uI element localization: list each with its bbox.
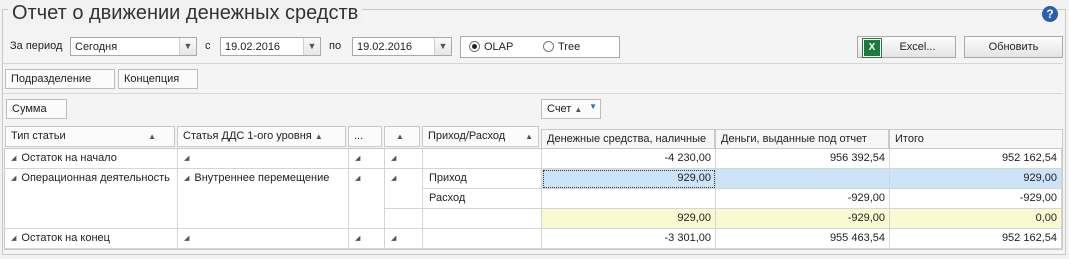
olap-radio[interactable] [469, 41, 480, 52]
sort-asc-icon[interactable]: ▲ [525, 127, 533, 146]
article-label: Внутреннее перемещение [194, 172, 330, 184]
value-cell[interactable]: -929,00 [890, 189, 1062, 209]
excel-button[interactable]: X Excel... [857, 36, 956, 58]
tree-cell: ◢ [178, 149, 349, 169]
table-row-opening-balance[interactable]: ◢ Остаток на начало [5, 149, 178, 169]
row-label: Остаток на начало [21, 152, 117, 164]
row-label: Операционная деятельность [21, 172, 170, 184]
collapse-icon[interactable]: ◢ [391, 149, 396, 168]
value-cell[interactable]: 929,00 [890, 169, 1062, 189]
collapse-icon[interactable]: ◢ [355, 229, 360, 248]
sort-asc-icon[interactable]: ▲ [574, 105, 582, 114]
row-header-income-expense-label: Приход/Расход [428, 130, 506, 142]
table-row-closing-balance[interactable]: ◢ Остаток на конец [5, 229, 178, 249]
tree-cell: ◢ [385, 149, 423, 169]
value-cell[interactable]: 956 392,54 [716, 149, 890, 169]
from-date-input[interactable]: 19.02.2016 ▼ [220, 37, 321, 56]
article-cell[interactable]: ◢ Внутреннее перемещение [178, 169, 349, 229]
col-header-advances[interactable]: Деньги, выданные под отчет [715, 129, 889, 149]
empty-cell [423, 149, 542, 169]
sort-asc-icon[interactable]: ▲ [148, 127, 156, 146]
period-label: За период [10, 40, 63, 52]
column-field-label: Счет [547, 103, 572, 115]
col-header-total[interactable]: Итого [889, 129, 1063, 149]
excel-icon: X [862, 38, 882, 58]
from-label: с [205, 40, 211, 52]
row-header-article[interactable]: Статья ДДС 1-ого уровня ▲ [177, 126, 346, 147]
mode-radio-group: OLAP Tree [460, 36, 620, 58]
empty-cell [385, 209, 423, 229]
period-value: Сегодня [75, 41, 118, 53]
to-date-input[interactable]: 19.02.2016 ▼ [352, 37, 452, 56]
value-cell[interactable] [542, 189, 716, 209]
chevron-down-icon[interactable]: ▼ [179, 38, 196, 55]
refresh-button[interactable]: Обновить [964, 36, 1063, 58]
to-date-value: 19.02.2016 [357, 41, 413, 53]
value-cell[interactable]: 955 463,54 [716, 229, 890, 249]
tree-cell: ◢ [385, 169, 423, 209]
calendar-dropdown-icon[interactable]: ▼ [303, 38, 320, 55]
calendar-dropdown-icon[interactable]: ▼ [434, 38, 451, 55]
tree-radio[interactable] [543, 41, 554, 52]
collapse-icon[interactable]: ◢ [391, 169, 396, 188]
subtotal-cell[interactable]: 0,00 [890, 209, 1062, 229]
collapse-icon[interactable]: ◢ [391, 229, 396, 248]
filter-field-subdivision[interactable]: Подразделение [5, 69, 115, 89]
value-cell[interactable]: -929,00 [716, 189, 890, 209]
tree-cell: ◢ [349, 169, 385, 229]
row-header-income-expense[interactable]: Приход/Расход ▲ [422, 126, 539, 147]
value-cell[interactable]: 952 162,54 [890, 229, 1062, 249]
column-field-account[interactable]: Счет ▲ ▼ [541, 99, 601, 119]
collapse-icon[interactable]: ◢ [11, 229, 16, 248]
collapse-icon[interactable]: ◢ [355, 149, 360, 168]
data-field-sum[interactable]: Сумма [6, 99, 67, 119]
from-date-value: 19.02.2016 [225, 41, 281, 53]
empty-cell [423, 229, 542, 249]
value-cell[interactable]: -3 301,00 [542, 229, 716, 249]
subtotal-cell[interactable]: -929,00 [716, 209, 890, 229]
row-header-type-label: Тип статьи [11, 130, 66, 142]
empty-cell [423, 209, 542, 229]
filter-icon[interactable]: ▼ [589, 98, 597, 116]
collapse-icon[interactable]: ◢ [184, 229, 189, 248]
value-cell-selected[interactable]: 929,00 [542, 169, 716, 189]
subtotal-cell[interactable]: 929,00 [542, 209, 716, 229]
collapse-icon[interactable]: ◢ [184, 169, 189, 188]
row-header-article-label: Статья ДДС 1-ого уровня [183, 130, 312, 142]
divider [3, 63, 1063, 64]
collapse-icon[interactable]: ◢ [355, 169, 360, 188]
expense-label: Расход [423, 189, 542, 209]
to-label: по [329, 40, 342, 52]
row-header-more[interactable]: ... [348, 126, 382, 147]
sort-asc-icon[interactable]: ▲ [396, 132, 404, 141]
page-title: Отчет о движении денежных средств [8, 2, 363, 25]
tree-cell: ◢ [178, 229, 349, 249]
value-cell[interactable] [716, 169, 890, 189]
help-icon[interactable]: ? [1042, 6, 1058, 22]
excel-label: Excel... [899, 41, 936, 53]
tree-cell: ◢ [349, 149, 385, 169]
sort-asc-icon[interactable]: ▲ [315, 132, 323, 141]
tree-cell: ◢ [385, 229, 423, 249]
collapse-icon[interactable]: ◢ [184, 149, 189, 168]
pivot-grid: ◢ Остаток на начало ◢ ◢ ◢ -4 230,00 956 3… [4, 148, 1063, 250]
period-select[interactable]: Сегодня ▼ [70, 37, 197, 56]
income-label: Приход [423, 169, 542, 189]
row-label: Остаток на конец [21, 232, 110, 244]
collapse-icon[interactable]: ◢ [11, 169, 16, 188]
row-header-type[interactable]: Тип статьи ▲ [5, 126, 175, 147]
value-cell[interactable]: 952 162,54 [890, 149, 1062, 169]
tree-label[interactable]: Tree [558, 41, 580, 53]
collapse-icon[interactable]: ◢ [11, 149, 16, 168]
divider [3, 93, 1063, 94]
col-header-cash[interactable]: Денежные средства, наличные [541, 129, 715, 149]
olap-label[interactable]: OLAP [484, 41, 513, 53]
tree-cell: ◢ [349, 229, 385, 249]
filter-field-concept[interactable]: Концепция [118, 69, 198, 89]
row-header-blank[interactable]: ▲ [384, 126, 420, 147]
table-row-operating[interactable]: ◢ Операционная деятельность [5, 169, 178, 229]
value-cell[interactable]: -4 230,00 [542, 149, 716, 169]
